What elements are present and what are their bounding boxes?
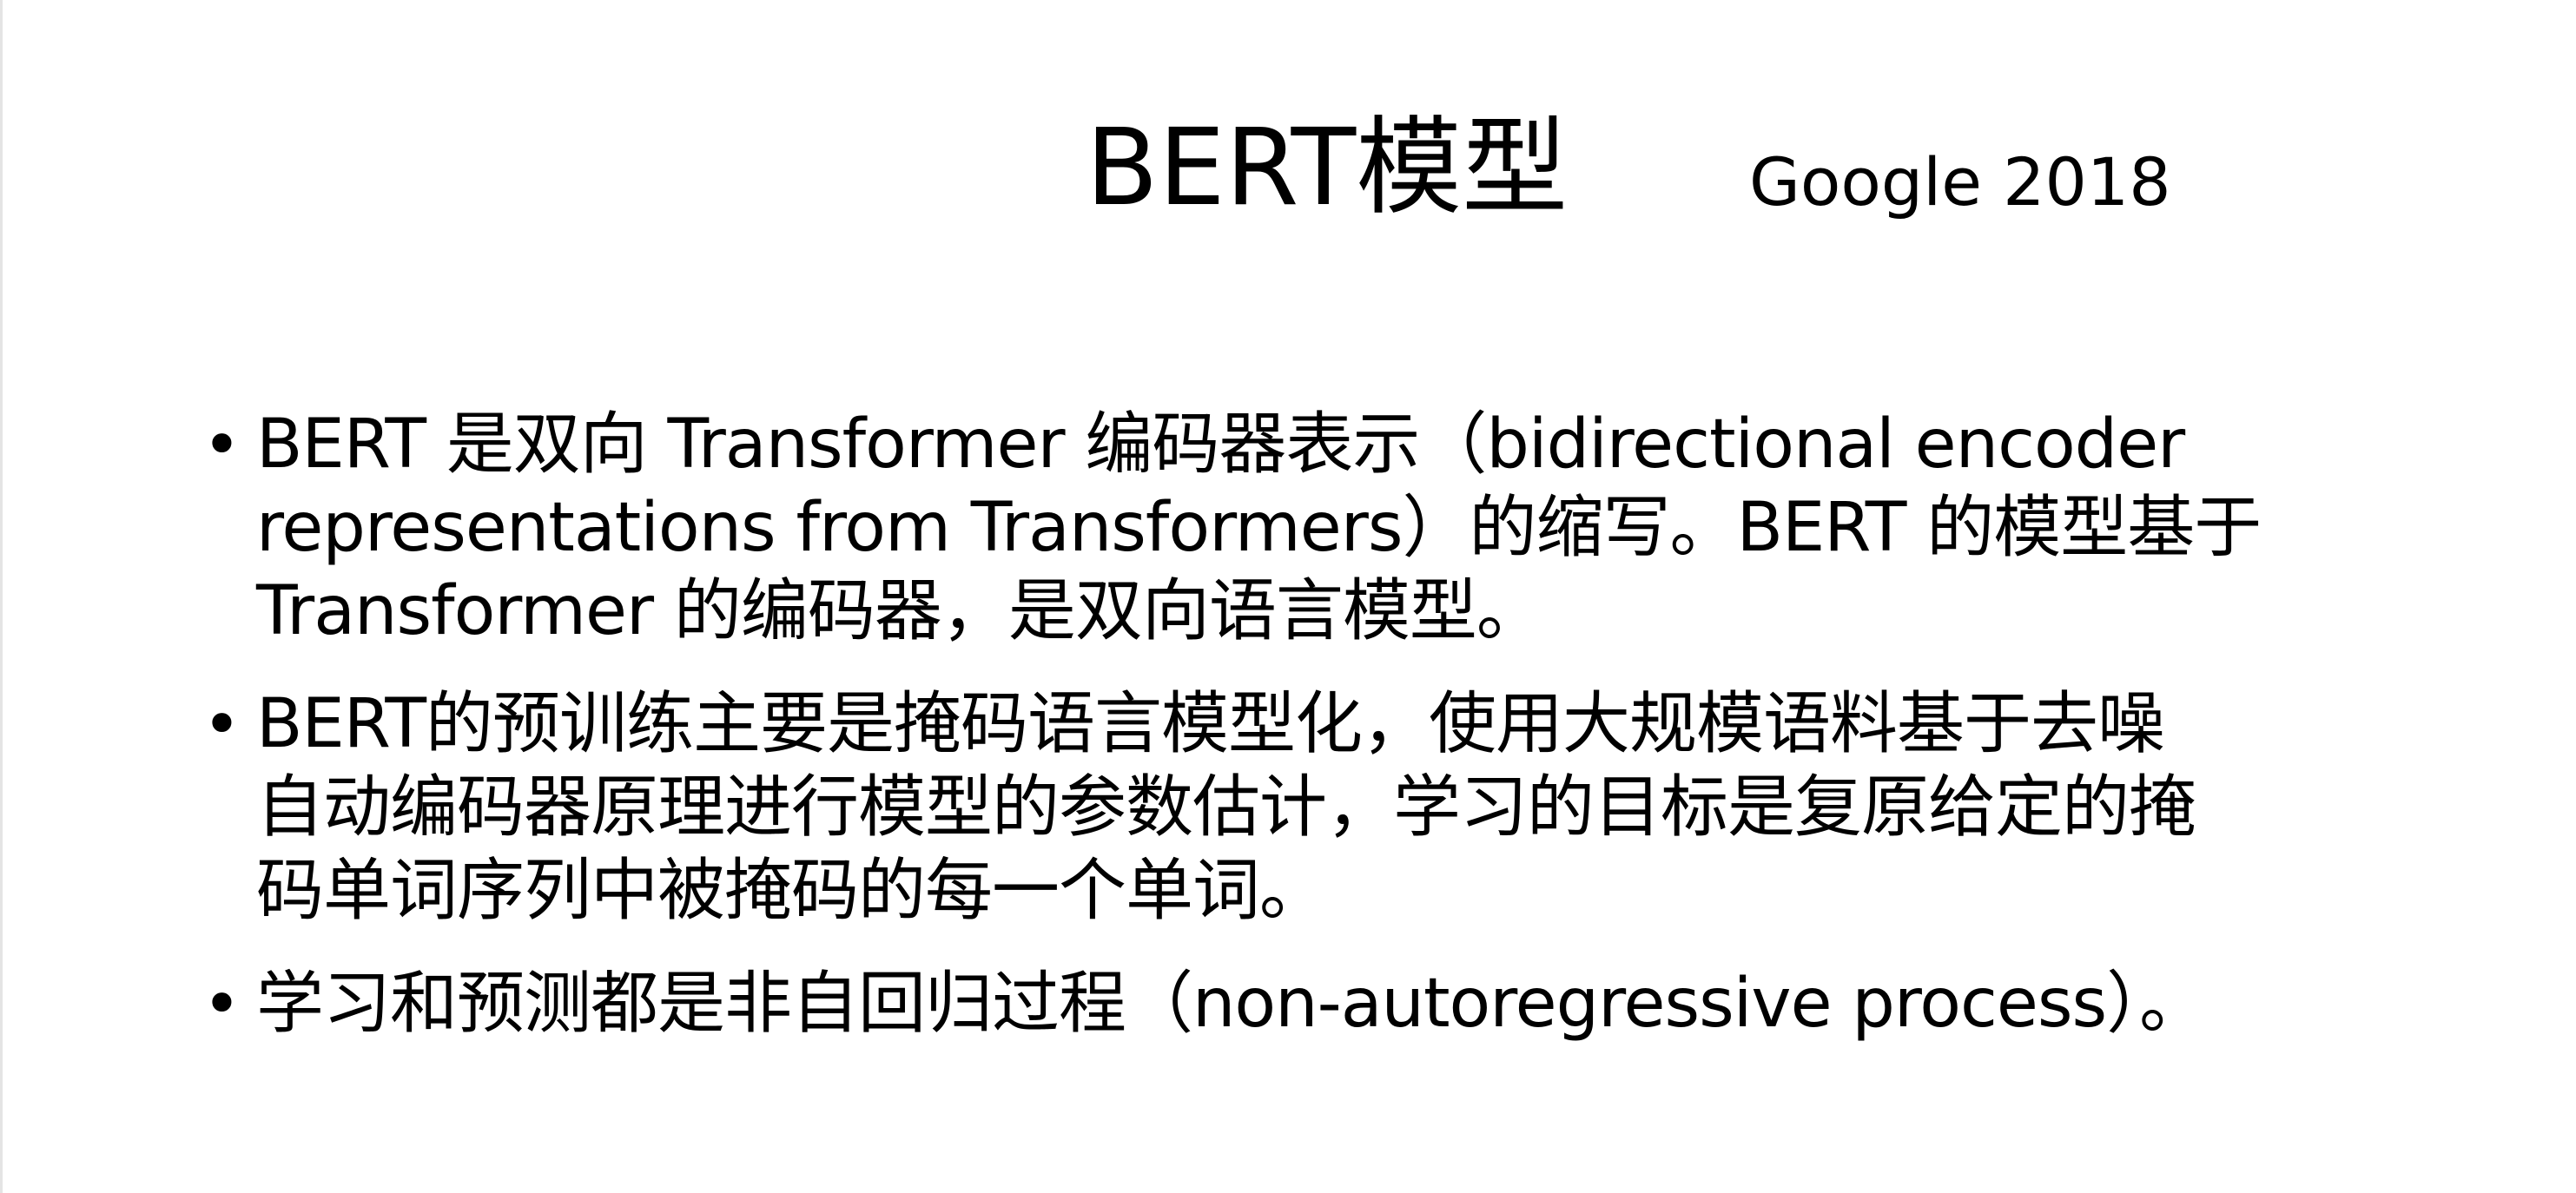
slide: BERT模型 Google 2018 • BERT 是双向 Transforme… [0,0,2576,1193]
bullet-item: • BERT 是双向 Transformer 编码器表示（bidirection… [202,403,2547,653]
bullet-line: 学习和预测都是非自回归过程（non-autoregressive process… [256,965,2207,1043]
bullet-marker: • [202,685,241,762]
bullet-line: representations from Transformers）的缩写。BE… [256,489,2262,567]
bullet-line: 自动编码器原理进行模型的参数估计，学习的目标是复原给定的掩 [256,768,2196,847]
slide-title: BERT模型 [1086,106,1569,229]
bullet-item: • 学习和预测都是非自回归过程（non-autoregressive proce… [202,962,2547,1045]
bullet-marker: • [202,965,241,1042]
bullet-line: 码单词序列中被掩码的每一个单词。 [256,852,1327,930]
bullet-marker: • [202,405,241,483]
bullet-line: Transformer 的编码器，是双向语言模型。 [256,572,1544,650]
bullet-line: BERT的预训练主要是掩码语言模型化，使用大规模语料基于去噪 [256,685,2165,763]
bullet-line: BERT 是双向 Transformer 编码器表示（bidirectional… [256,405,2185,484]
slide-subtitle: Google 2018 [1749,143,2171,221]
bullet-item: • BERT的预训练主要是掩码语言模型化，使用大规模语料基于去噪 自动编码器原理… [202,682,2547,933]
bullet-list: • BERT 是双向 Transformer 编码器表示（bidirection… [202,403,2547,1075]
